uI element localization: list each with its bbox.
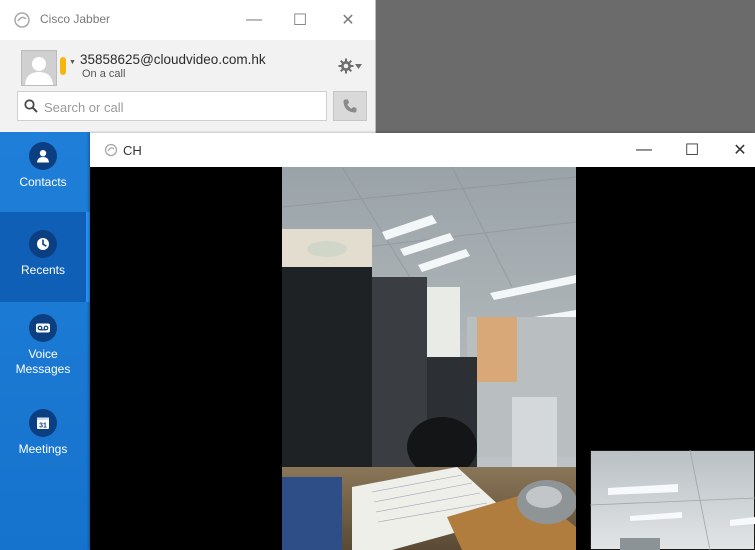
avatar-placeholder-icon [25, 57, 53, 85]
sidebar-icon-circle [29, 314, 57, 342]
call-button[interactable] [333, 91, 367, 121]
status-text: On a call [82, 68, 126, 80]
clock-icon [37, 238, 49, 250]
calendar-icon: 31 [37, 417, 49, 430]
window-title: Cisco Jabber [40, 12, 111, 26]
call-close-button[interactable]: ✕ [721, 137, 755, 163]
maximize-button[interactable]: ☐ [282, 7, 318, 33]
search-input[interactable] [42, 96, 326, 118]
sidebar-icon-circle [29, 230, 57, 258]
gear-icon [338, 58, 354, 74]
call-maximize-button[interactable]: ☐ [673, 137, 711, 163]
sidebar-item-label: Voice Messages [15, 347, 71, 376]
sidebar-icon-circle [29, 142, 57, 170]
sidebar: Contacts Recents Voice Messages 31 Meeti… [0, 132, 90, 550]
voicemail-icon [36, 323, 50, 333]
sidebar-item-label: Contacts [19, 175, 67, 189]
sidebar-item-recents[interactable]: Recents [0, 212, 90, 302]
minimize-button[interactable]: — [236, 7, 272, 33]
call-minimize-button[interactable]: — [625, 137, 663, 163]
sidebar-icon-circle: 31 [29, 409, 57, 437]
sidebar-item-label: Recents [20, 263, 66, 277]
remote-video-feed [282, 167, 576, 550]
call-titlebar: CH — ☐ ✕ [90, 133, 755, 167]
status-dropdown-icon[interactable]: ▼ [69, 59, 76, 66]
settings-button[interactable] [338, 57, 362, 75]
sidebar-item-contacts[interactable]: Contacts [0, 142, 86, 212]
avatar[interactable] [21, 50, 57, 86]
status-indicator[interactable] [60, 57, 66, 75]
jabber-logo-icon [104, 143, 118, 157]
jabber-titlebar: Cisco Jabber — ☐ ✕ [0, 0, 375, 40]
search-icon [24, 99, 38, 113]
sidebar-item-voice-messages[interactable]: Voice Messages [0, 314, 86, 394]
sidebar-item-meetings[interactable]: 31 Meetings [0, 409, 86, 479]
calendar-day-text: 31 [39, 423, 47, 430]
call-window-title: CH [123, 143, 142, 158]
jabber-logo-icon [14, 12, 30, 28]
sidebar-item-label: Meetings [18, 442, 68, 456]
call-window: CH — ☐ ✕ [90, 133, 755, 550]
search-box [17, 91, 327, 121]
chevron-down-icon [355, 63, 362, 69]
phone-icon [343, 99, 357, 113]
self-view-video[interactable] [590, 450, 755, 550]
user-email: 35858625@cloudvideo.com.hk [80, 52, 266, 67]
close-button[interactable]: ✕ [330, 7, 366, 33]
person-icon [37, 150, 49, 163]
video-area[interactable] [90, 167, 755, 550]
